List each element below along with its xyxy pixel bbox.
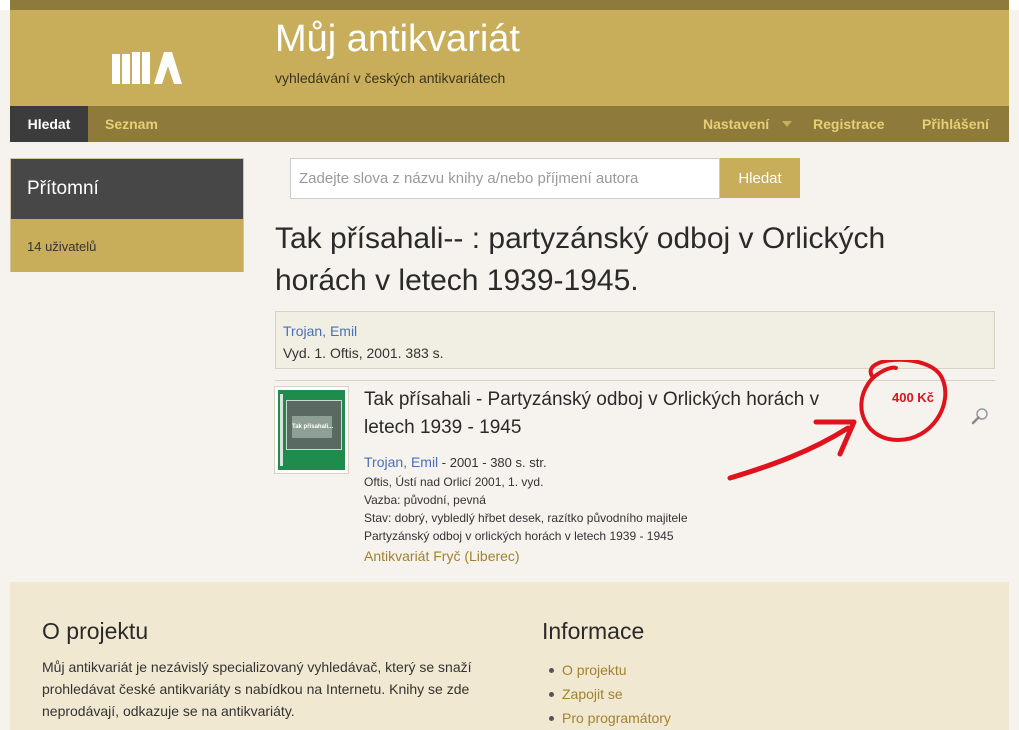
record-edition: Vyd. 1. Oftis, 2001. 383 s. — [283, 345, 444, 361]
site-subtitle: vyhledávání v českých antikvariátech — [275, 70, 506, 86]
sidebar-present-users: Přítomní 14 uživatelů — [10, 158, 244, 272]
listing-details: Trojan, Emil - 2001 - 380 s. str. Oftis,… — [364, 452, 884, 567]
site-title[interactable]: Můj antikvariát — [275, 18, 520, 61]
sidebar-user-count: 14 uživatelů — [11, 219, 243, 272]
cover-text: Tak přísahali... — [292, 424, 334, 430]
listing-subtitle: Partyzánský odboj v orlických horách v l… — [364, 529, 674, 543]
about-text: Můj antikvariát je nezávislý specializov… — [42, 659, 472, 719]
listing-year-pages: - 2001 - 380 s. str. — [438, 455, 547, 470]
nav-item-search[interactable]: Hledat — [10, 106, 88, 142]
nav-item-list[interactable]: Seznam — [105, 106, 158, 142]
listing-price: 400 Kč — [892, 390, 934, 405]
listing-title[interactable]: Tak přísahali - Partyzánský odboj v Orli… — [364, 386, 854, 442]
book-cover-image: Tak přísahali... — [278, 390, 345, 470]
nav-item-login[interactable]: Přihlášení — [922, 106, 989, 142]
book-cover-thumbnail[interactable]: Tak přísahali... — [274, 386, 349, 474]
info-link-join[interactable]: Zapojit se — [562, 686, 623, 702]
sidebar-heading: Přítomní — [11, 159, 243, 219]
listing-publisher: Oftis, Ústí nad Orlicí 2001, 1. vyd. — [364, 475, 544, 489]
list-item: Zapojit se — [549, 682, 671, 706]
listing-condition: Stav: dobrý, vybledlý hřbet desek, razít… — [364, 511, 688, 525]
search-input[interactable] — [290, 158, 720, 199]
listing-shop-link[interactable]: Antikvariát Fryč (Liberec) — [364, 545, 884, 567]
search-button[interactable]: Hledat — [720, 158, 800, 198]
nav-item-settings[interactable]: Nastavení — [703, 106, 769, 142]
listing-author-link[interactable]: Trojan, Emil — [364, 454, 438, 470]
logo-books-icon[interactable] — [112, 48, 182, 84]
record-author-link[interactable]: Trojan, Emil — [283, 320, 994, 342]
caret-down-icon[interactable] — [782, 121, 792, 127]
nav-item-register[interactable]: Registrace — [813, 106, 885, 142]
info-link-about[interactable]: O projektu — [562, 662, 627, 678]
magnifier-icon[interactable] — [970, 406, 990, 426]
info-link-developers[interactable]: Pro programátory — [562, 710, 671, 726]
divider — [275, 380, 995, 381]
book-title: Tak přísahali-- : partyzánský odboj v Or… — [275, 222, 886, 297]
list-item: Pro programátory — [549, 706, 671, 730]
info-links: O projektu Zapojit se Pro programátory — [549, 658, 671, 730]
about-heading: O projektu — [42, 618, 149, 644]
main-nav: Hledat Seznam Nastavení Registrace Přihl… — [10, 106, 1009, 142]
info-heading: Informace — [542, 618, 645, 644]
book-record: Trojan, Emil Vyd. 1. Oftis, 2001. 383 s. — [275, 311, 995, 369]
listing-binding: Vazba: původní, pevná — [364, 493, 486, 507]
site-footer: O projektu Můj antikvariát je nezávislý … — [10, 582, 1009, 730]
list-item: O projektu — [549, 658, 671, 682]
